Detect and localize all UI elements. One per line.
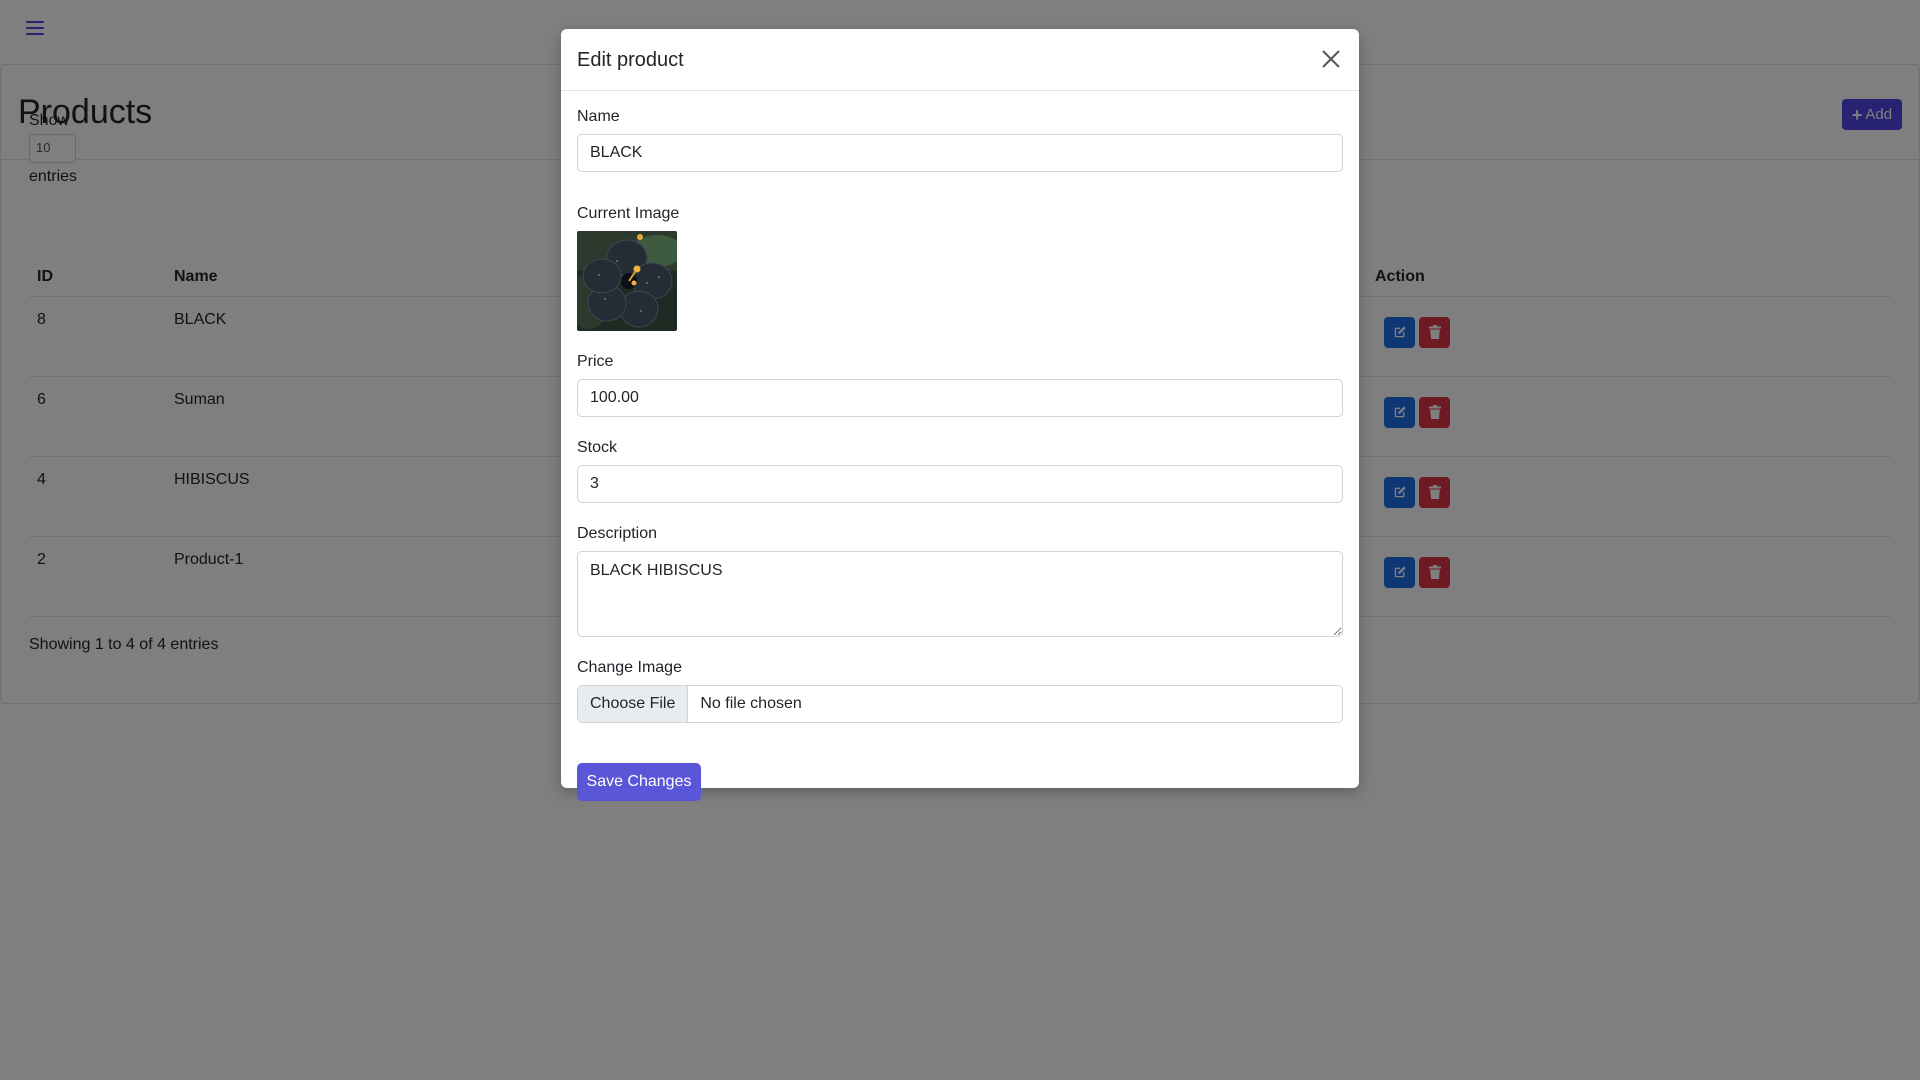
close-icon [1322,50,1340,68]
change-image-group: Change Image Choose File No file chosen [577,659,1343,723]
current-image-label: Current Image [577,205,680,222]
name-group: Name [577,108,1343,172]
price-input[interactable] [577,379,1343,417]
name-input[interactable] [577,134,1343,172]
stock-label: Stock [577,439,618,456]
change-image-label: Change Image [577,659,682,676]
file-name-text: No file chosen [700,695,802,712]
description-group: Description BLACK HIBISCUS [577,525,1343,637]
close-button[interactable] [1319,47,1343,71]
current-image-group: Current Image [577,205,679,331]
description-textarea[interactable]: BLACK HIBISCUS [577,551,1343,637]
modal-header: Edit product [561,29,1359,91]
modal-title: Edit product [577,49,684,71]
price-label: Price [577,353,614,370]
file-input[interactable]: Choose File No file chosen [577,685,1343,723]
save-changes-button[interactable]: Save Changes [577,763,701,801]
current-product-image [577,231,677,331]
choose-file-button[interactable]: Choose File [578,686,689,722]
stock-group: Stock [577,439,1343,503]
stock-input[interactable] [577,465,1343,503]
price-group: Price [577,353,1343,417]
name-label: Name [577,108,620,125]
description-label: Description [577,525,658,542]
edit-product-modal: Edit product Name Current Image [561,29,1359,801]
save-group: Save Changes [577,763,701,801]
